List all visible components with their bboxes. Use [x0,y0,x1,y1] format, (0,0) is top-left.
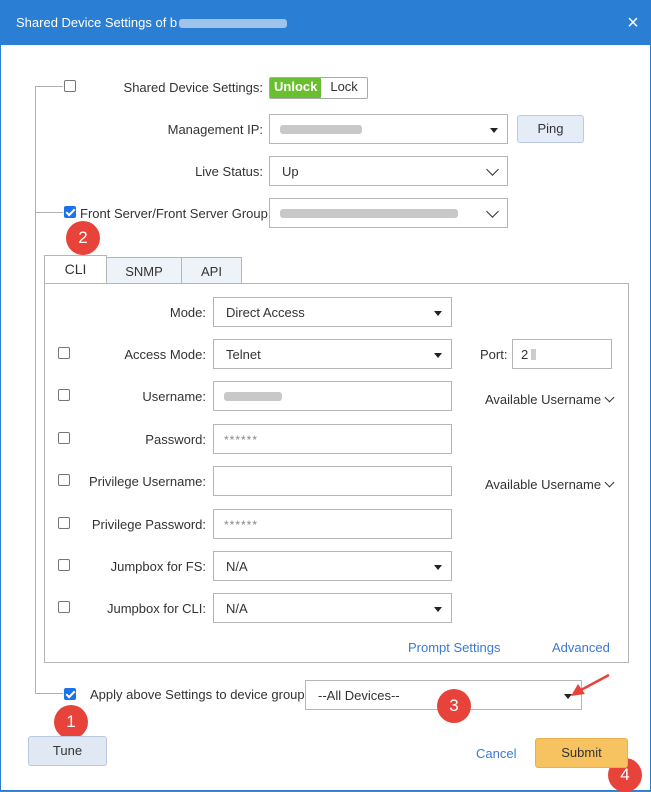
access-mode-select[interactable]: Telnet [213,339,452,369]
chevron-down-icon [604,477,615,488]
available-username-dropdown-2[interactable]: Available Username [485,477,615,492]
privilege-username-label: Privilege Username: [88,474,206,489]
live-status-value: Up [282,164,299,179]
port-label: Port: [480,347,508,362]
apply-settings-label: Apply above Settings to device group: [90,687,309,702]
privilege-username-input[interactable] [213,466,452,496]
username-label: Username: [142,389,206,404]
password-label: Password: [145,432,206,447]
tab-divider [107,283,629,284]
username-checkbox[interactable] [58,389,70,401]
lock-toggle: Unlock Lock [269,77,368,99]
jumpbox-cli-label: Jumpbox for CLI: [107,601,206,616]
tune-button[interactable]: Tune [28,736,107,766]
shared-settings-checkbox[interactable] [64,80,76,92]
privilege-password-value: ****** [224,518,259,532]
caret-down-icon [434,353,442,358]
privilege-password-input[interactable]: ****** [213,509,452,539]
redacted-port-digit [531,349,536,360]
redacted-ip [280,125,362,134]
step-badge-1: 1 [54,705,88,739]
cancel-button[interactable]: Cancel [476,746,516,761]
tree-line-h3 [35,693,63,694]
access-mode-label: Access Mode: [124,347,206,362]
tree-line-vertical [35,86,36,693]
front-server-checkbox[interactable] [64,206,76,218]
step-badge-3: 3 [437,689,471,723]
port-input[interactable]: 2 [512,339,612,369]
jumpbox-fs-checkbox[interactable] [58,559,70,571]
apply-settings-checkbox[interactable] [64,688,76,700]
prompt-settings-link[interactable]: Prompt Settings [408,640,501,655]
mode-label: Mode: [169,305,206,320]
dialog-title-bar: Shared Device Settings of b × [1,1,650,45]
caret-down-icon [490,128,498,133]
jumpbox-fs-select[interactable]: N/A [213,551,452,581]
step-badge-2: 2 [66,221,100,255]
unlock-button[interactable]: Unlock [270,78,322,98]
jumpbox-fs-label: Jumpbox for FS: [110,559,206,574]
privilege-username-checkbox[interactable] [58,474,70,486]
jumpbox-cli-checkbox[interactable] [58,601,70,613]
caret-down-icon [434,607,442,612]
chevron-down-icon [486,205,499,218]
live-status-select[interactable]: Up [269,156,508,186]
port-value: 2 [521,347,529,362]
access-mode-value: Telnet [226,347,261,362]
jumpbox-cli-value: N/A [226,601,248,616]
management-ip-select[interactable] [269,114,508,144]
tab-snmp[interactable]: SNMP [106,257,182,285]
privilege-password-checkbox[interactable] [58,517,70,529]
jumpbox-cli-select[interactable]: N/A [213,593,452,623]
device-group-value: --All Devices-- [318,688,400,703]
access-mode-checkbox[interactable] [58,347,70,359]
live-status-label: Live Status: [195,164,263,179]
shared-device-settings-dialog: Shared Device Settings of b × Shared Dev… [0,0,651,792]
ping-button[interactable]: Ping [517,115,584,143]
mode-value: Direct Access [226,305,305,320]
redacted-device-name [179,19,288,29]
tab-cli[interactable]: CLI [44,255,107,284]
annotation-arrow-icon [571,673,610,696]
lock-button[interactable]: Lock [321,78,367,98]
password-value: ****** [224,433,259,447]
tree-line-h2 [35,212,63,213]
jumpbox-fs-value: N/A [226,559,248,574]
redacted-username [224,392,282,401]
front-server-select[interactable] [269,198,508,228]
password-input[interactable]: ****** [213,424,452,454]
mode-select[interactable]: Direct Access [213,297,452,327]
available-username-dropdown-1[interactable]: Available Username [485,392,615,407]
caret-down-icon [434,311,442,316]
front-server-label: Front Server/Front Server Group: [80,206,272,221]
chevron-down-icon [604,392,615,403]
advanced-link[interactable]: Advanced [552,640,610,655]
privilege-password-label: Privilege Password: [91,517,206,532]
redacted-front-server [280,209,458,218]
close-icon[interactable]: × [621,11,645,35]
management-ip-label: Management IP: [167,122,263,137]
tree-line-h1 [35,86,63,87]
tab-api[interactable]: API [181,257,242,285]
shared-settings-label: Shared Device Settings: [123,80,263,95]
submit-button[interactable]: Submit [535,738,628,768]
dialog-title: Shared Device Settings of b [16,15,288,30]
chevron-down-icon [486,163,499,176]
caret-down-icon [434,565,442,570]
password-checkbox[interactable] [58,432,70,444]
username-input[interactable] [213,381,452,411]
